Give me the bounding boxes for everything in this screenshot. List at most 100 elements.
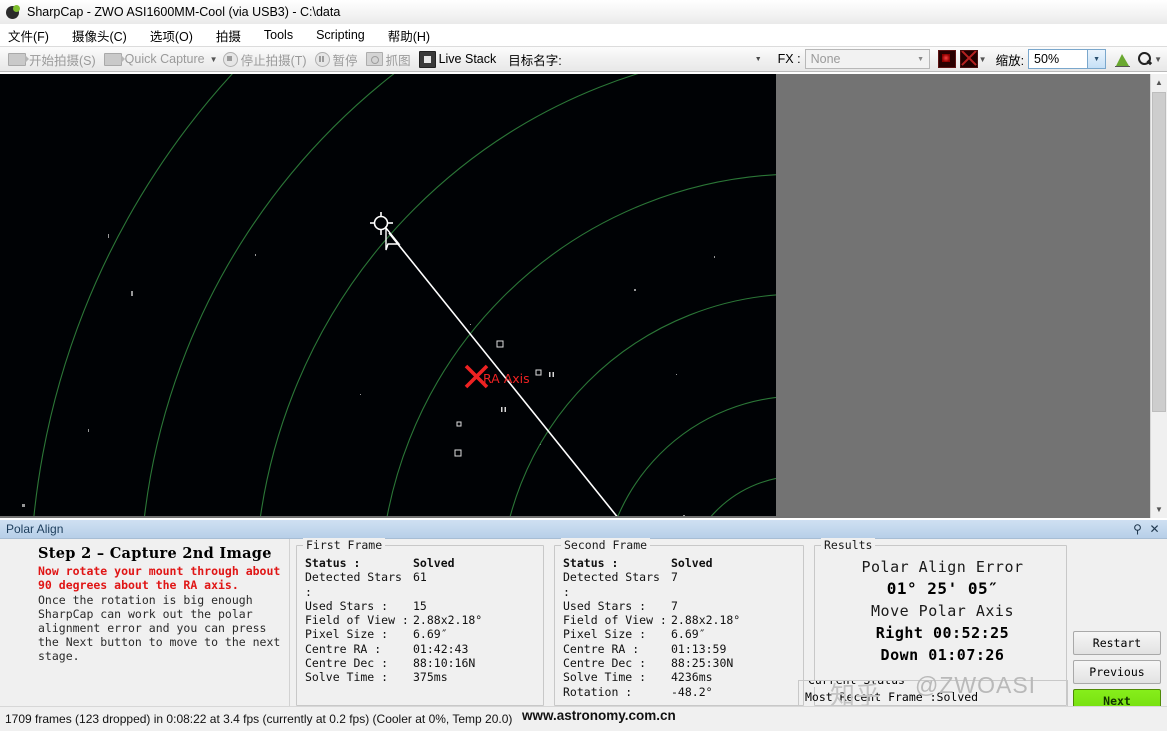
statusbar-text: 1709 frames (123 dropped) in 0:08:22 at …: [5, 712, 513, 726]
row-value: -48.2°: [671, 684, 713, 699]
sharpcap-logo-icon: [6, 4, 21, 20]
row-value: 15: [413, 598, 427, 613]
chevron-down-icon[interactable]: ▼: [751, 50, 766, 69]
row-key: Pixel Size :: [563, 627, 647, 642]
row-key: Solve Time :: [305, 670, 389, 685]
first-frame-legend: First Frame: [303, 538, 386, 552]
scroll-down-arrow[interactable]: ▼: [1151, 501, 1167, 518]
menu-options[interactable]: 选项(O): [150, 24, 204, 47]
table-row: Status : Solved: [305, 556, 539, 570]
table-row: Centre Dec : 88:10:16N: [305, 656, 539, 670]
table-row: Pixel Size : 6.69″: [563, 627, 799, 641]
fx-label: FX :: [777, 52, 801, 66]
fx-select[interactable]: None ▼: [804, 49, 930, 69]
menu-scripting[interactable]: Scripting: [316, 26, 376, 44]
image-preview-area[interactable]: α UMi RA Axis ▲: [0, 74, 1167, 518]
polar-align-body: Step 2 – Capture 2nd Image Now rotate yo…: [0, 538, 1167, 713]
table-row: Rotation : -48.2°: [563, 685, 799, 699]
menu-capture[interactable]: 拍摄: [216, 24, 252, 47]
scroll-up-arrow[interactable]: ▲: [1151, 74, 1167, 91]
live-stack-label: Live Stack: [438, 52, 497, 66]
table-row: Centre RA : 01:13:59: [563, 642, 799, 656]
live-stack-button[interactable]: Live Stack: [415, 48, 501, 70]
row-key: Centre Dec :: [305, 656, 389, 671]
row-key: Used Stars :: [563, 598, 647, 613]
row-key: Rotation :: [563, 684, 633, 699]
row-key: Centre RA :: [563, 641, 640, 656]
stop-icon: [222, 51, 238, 67]
pause-label: 暂停: [332, 53, 358, 68]
start-capture-button[interactable]: 开始拍摄(S): [4, 48, 100, 70]
table-row: Centre RA : 01:42:43: [305, 642, 539, 656]
row-value: 88:25:30N: [671, 656, 734, 671]
row-value: 01:42:43: [413, 641, 469, 656]
table-row: Used Stars : 15: [305, 599, 539, 613]
move-right-value: Right 00:52:25: [875, 624, 1010, 642]
magnifier-dropdown-arrow[interactable]: ▼: [1153, 48, 1163, 70]
polar-align-error-value: 01° 25' 05″: [886, 579, 999, 598]
polar-align-titlebar: Polar Align ⚲ ✕: [0, 520, 1167, 539]
polar-align-overlay: α UMi RA Axis: [0, 74, 776, 516]
row-key: Detected Stars :: [305, 570, 402, 599]
zoom-select[interactable]: 50% ▼: [1028, 49, 1107, 69]
quick-capture-dropdown-arrow[interactable]: ▼: [209, 48, 219, 70]
window-titlebar: SharpCap - ZWO ASI1600MM-Cool (via USB3)…: [0, 0, 1167, 24]
snapshot-button[interactable]: 抓图: [362, 48, 415, 70]
step-body-text: Once the rotation is big enough SharpCap…: [38, 593, 281, 663]
table-row: Detected Stars : 61: [305, 570, 539, 599]
row-value: 61: [413, 570, 427, 585]
row-key: Detected Stars :: [563, 570, 660, 599]
menu-camera[interactable]: 摄像头(C): [72, 24, 138, 47]
camera-image-canvas[interactable]: α UMi RA Axis: [0, 74, 776, 516]
image-vertical-scrollbar[interactable]: ▲ ▼: [1150, 74, 1167, 518]
live-stack-icon: [418, 50, 436, 68]
table-row: Field of View : 2.88x2.18°: [305, 613, 539, 627]
menu-file[interactable]: 文件(F): [8, 24, 60, 47]
quick-capture-button[interactable]: Quick Capture: [100, 48, 209, 70]
pause-icon: [314, 51, 330, 67]
table-row: Status : Solved: [563, 556, 799, 570]
row-value: 7: [671, 570, 678, 585]
row-value: 6.69″: [413, 627, 448, 642]
camera-icon: [103, 52, 125, 66]
table-row: Solve Time : 4236ms: [563, 670, 799, 684]
row-key: Pixel Size :: [305, 627, 389, 642]
stop-capture-button[interactable]: 停止拍摄(T): [219, 48, 311, 70]
scroll-thumb[interactable]: [1152, 92, 1166, 412]
row-key: Field of View :: [305, 613, 409, 628]
close-icon[interactable]: ✕: [1146, 521, 1163, 537]
row-value: 01:13:59: [671, 641, 727, 656]
step-title: Step 2 – Capture 2nd Image: [38, 545, 272, 562]
table-row: Field of View : 2.88x2.18°: [563, 613, 799, 627]
pin-icon[interactable]: ⚲: [1129, 521, 1146, 537]
row-value: Solved: [413, 556, 455, 570]
target-name-input[interactable]: ▼: [566, 50, 766, 69]
results-legend: Results: [821, 538, 876, 552]
menu-tools[interactable]: Tools: [264, 26, 304, 44]
dark-frame-icon[interactable]: [937, 50, 956, 68]
magnifier-icon[interactable]: [1137, 51, 1153, 67]
menu-help[interactable]: 帮助(H): [388, 24, 441, 47]
flat-frame-icon[interactable]: [959, 50, 978, 68]
polar-align-error-caption: Polar Align Error: [861, 558, 1024, 576]
row-key: Centre Dec :: [563, 656, 647, 671]
row-value: 7: [671, 598, 678, 613]
table-row: Solve Time : 375ms: [305, 670, 539, 684]
first-frame-group: First Frame Status : Solved Detected Sta…: [296, 538, 544, 706]
histogram-icon[interactable]: [1114, 51, 1131, 67]
chevron-down-icon[interactable]: ▼: [913, 56, 929, 63]
ra-axis-label: RA Axis: [483, 371, 530, 386]
previous-button[interactable]: Previous: [1073, 660, 1161, 684]
main-toolbar: 开始拍摄(S) Quick Capture ▼ 停止拍摄(T) 暂停 抓图 Li…: [0, 46, 1167, 72]
move-down-value: Down 01:07:26: [880, 646, 1005, 664]
table-row: Used Stars : 7: [563, 599, 799, 613]
move-polar-axis-caption: Move Polar Axis: [871, 602, 1014, 620]
step-warning-text: Now rotate your mount through about 90 d…: [38, 564, 281, 592]
flat-frame-dropdown-arrow[interactable]: ▼: [978, 48, 988, 70]
row-key: Used Stars :: [305, 598, 389, 613]
menubar: 文件(F) 摄像头(C) 选项(O) 拍摄 Tools Scripting 帮助…: [0, 24, 1167, 46]
row-value: Solved: [671, 556, 713, 570]
restart-button[interactable]: Restart: [1073, 631, 1161, 655]
pause-button[interactable]: 暂停: [311, 48, 362, 70]
chevron-down-icon[interactable]: ▼: [1087, 50, 1106, 68]
